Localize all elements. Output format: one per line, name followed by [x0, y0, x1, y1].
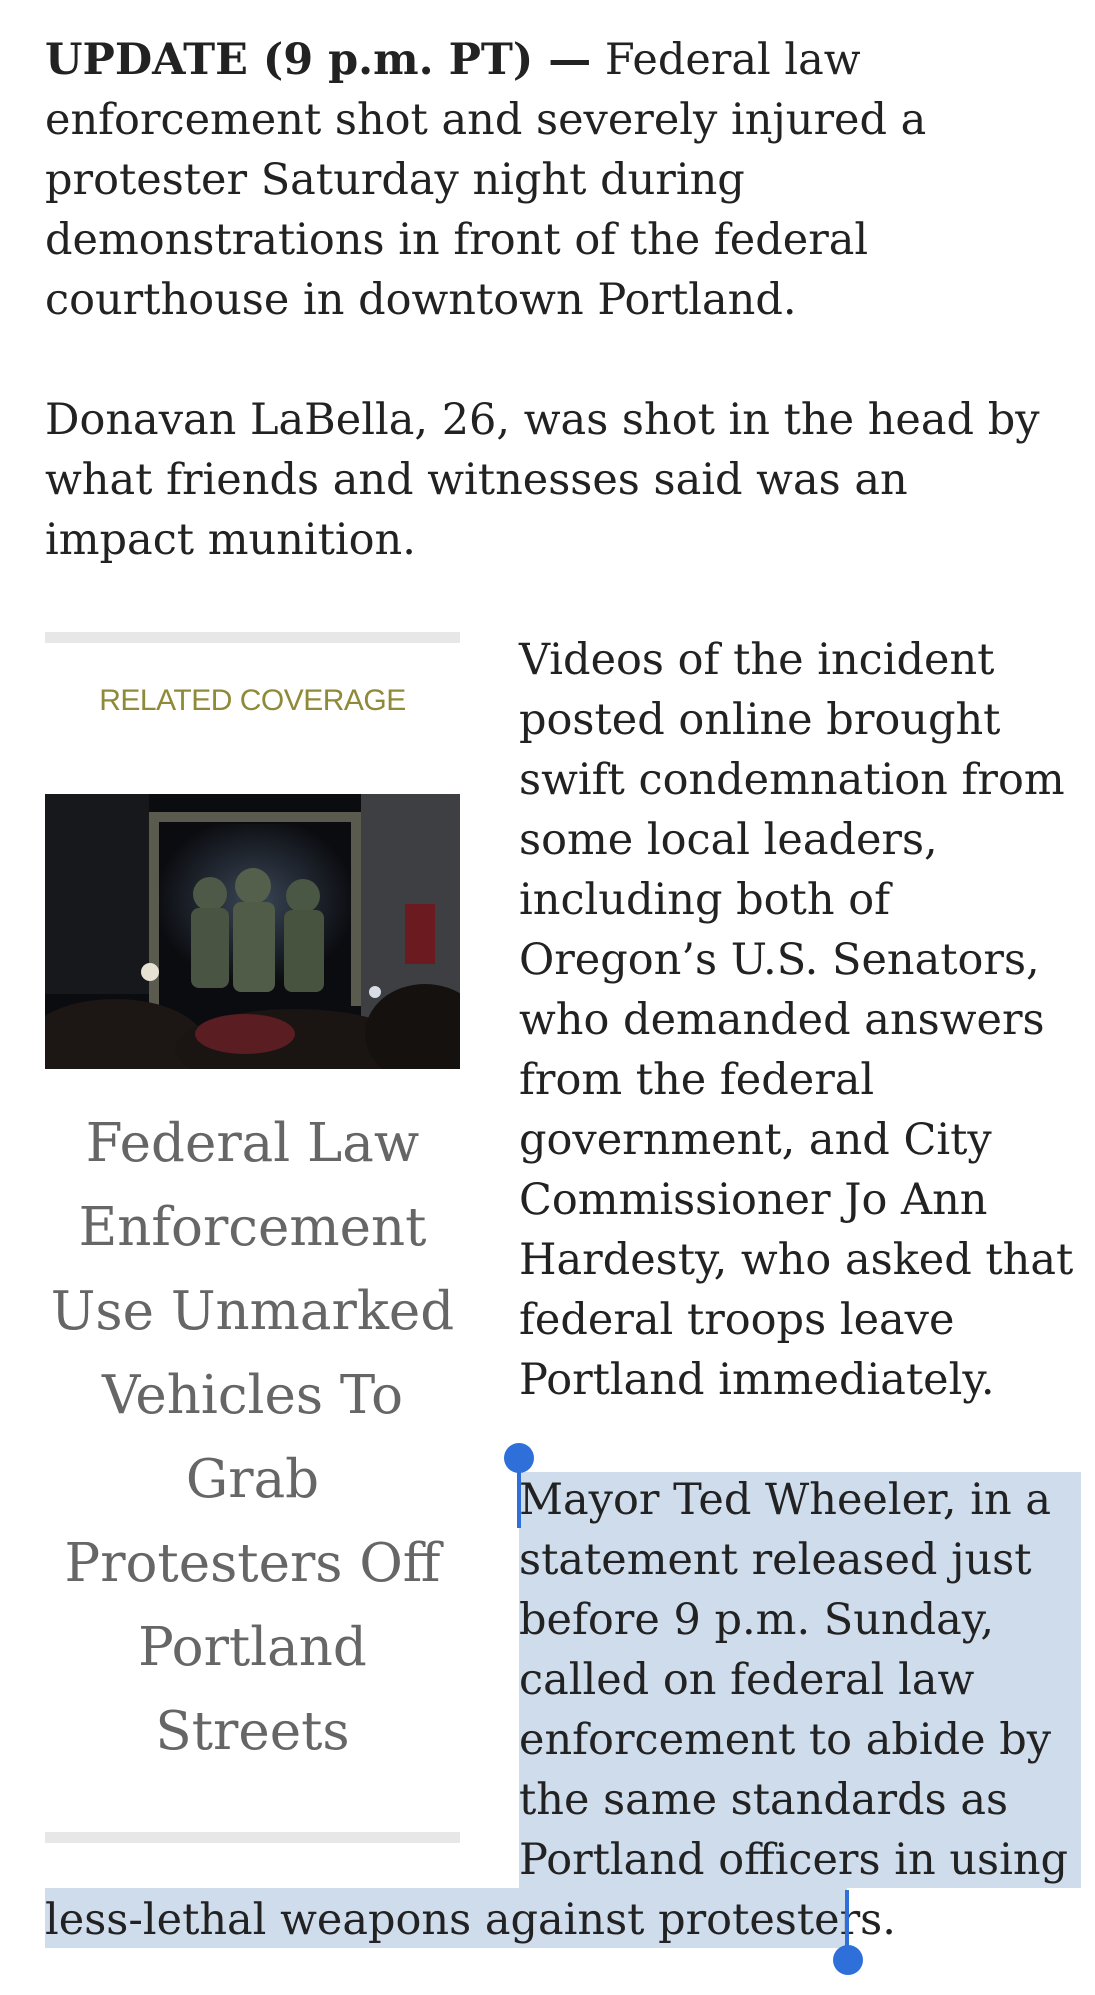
selection-start-caret[interactable] — [517, 1472, 521, 1528]
update-label: UPDATE (9 p.m. PT) — — [45, 35, 592, 85]
article-body: UPDATE (9 p.m. PT) — Federal law enforce… — [0, 0, 1095, 1995]
related-coverage-label: RELATED COVERAGE — [99, 684, 406, 717]
related-coverage-card[interactable]: RELATED COVERAGE Federal Law Enforcement… — [45, 632, 460, 1843]
related-story-title[interactable]: Federal Law Enforcement Use Unmarked Veh… — [45, 1102, 460, 1774]
paragraph-3: Videos of the incident posted online bro… — [519, 635, 1074, 1405]
lead-paragraph: UPDATE (9 p.m. PT) — Federal law enforce… — [45, 30, 1075, 330]
paragraph-2: Donavan LaBella, 26, was shot in the hea… — [45, 395, 1040, 565]
related-story-image[interactable] — [45, 794, 460, 1069]
related-top-divider — [45, 632, 460, 643]
selection-start-handle[interactable] — [504, 1443, 534, 1473]
paragraph-4-tail: less-lethal weapons against protesters. — [45, 1895, 896, 1945]
protest-photo-icon — [45, 794, 460, 1069]
related-bottom-divider — [45, 1832, 460, 1843]
selection-end-handle[interactable] — [833, 1945, 863, 1975]
paragraph-4: Mayor Ted Wheeler, in a statement releas… — [519, 1475, 1069, 1885]
selection-end-caret[interactable] — [845, 1890, 849, 1946]
